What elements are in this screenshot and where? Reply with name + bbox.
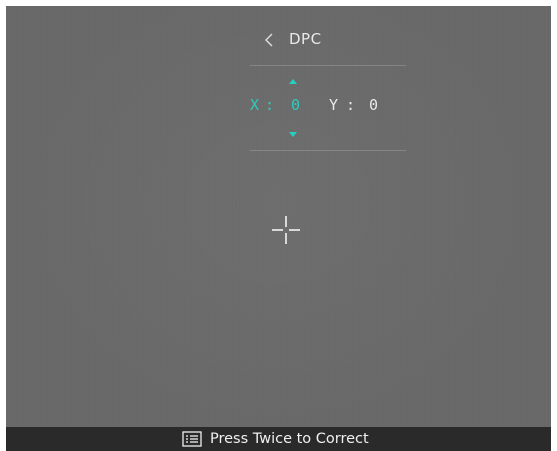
page-title: DPC [289, 30, 322, 48]
chevron-left-icon[interactable] [263, 31, 275, 49]
top-divider [250, 65, 406, 66]
hint-bar: Press Twice to Correct [6, 427, 551, 451]
crosshair-icon [272, 216, 300, 244]
hint-content: Press Twice to Correct [182, 430, 369, 448]
thermal-view: DPC X : 0 Y : 0 [6, 6, 551, 445]
dpc-header: DPC [256, 28, 406, 52]
y-label: Y [329, 96, 339, 114]
hint-text: Press Twice to Correct [210, 431, 369, 447]
x-value[interactable]: 0 [291, 96, 300, 114]
x-separator: : [265, 96, 275, 114]
bottom-divider [250, 150, 406, 151]
menu-icon [182, 431, 202, 447]
x-label: X [250, 96, 263, 114]
coordinate-row: X : 0 Y : 0 [250, 96, 410, 118]
arrow-up-icon[interactable] [288, 78, 298, 86]
arrow-down-icon[interactable] [288, 130, 298, 138]
y-value[interactable]: 0 [369, 96, 378, 114]
y-separator: : [346, 96, 356, 114]
